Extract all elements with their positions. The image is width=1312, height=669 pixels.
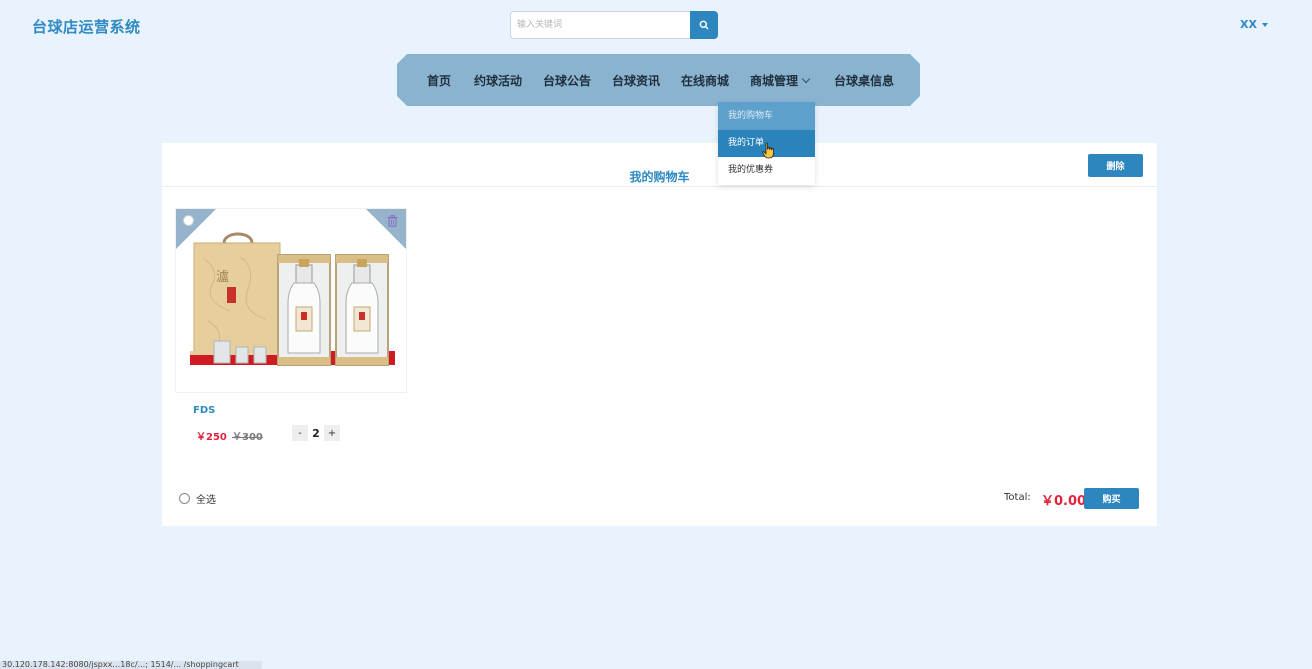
quantity-value: 2 <box>312 426 320 440</box>
status-bar-url: 30.120.178.142:8080/jspxx…18c/...; 1514/… <box>0 661 262 669</box>
user-name: XX <box>1240 18 1257 31</box>
search-box <box>510 11 718 39</box>
product-original-price: ￥300 <box>232 432 263 443</box>
nav-item-notices[interactable]: 台球公告 <box>543 72 591 89</box>
page-title: 我的购物车 <box>629 170 690 184</box>
product-price: ￥250 <box>196 432 227 443</box>
nav-item-news[interactable]: 台球资讯 <box>612 72 660 89</box>
item-select-radio[interactable] <box>183 215 194 226</box>
select-all-label: 全选 <box>196 495 216 506</box>
svg-text:瀘: 瀘 <box>216 270 229 285</box>
trash-icon[interactable] <box>387 215 398 227</box>
nav-item-shop[interactable]: 在线商城 <box>681 72 729 89</box>
site-brand[interactable]: 台球店运营系统 <box>32 16 141 37</box>
nav-item-shop-management[interactable]: 商城管理 <box>750 72 811 89</box>
total-value: ￥0.00 <box>1041 494 1087 509</box>
delete-button[interactable]: 删除 <box>1088 154 1143 177</box>
caret-down-icon <box>1261 22 1268 27</box>
nav-item-activities[interactable]: 约球活动 <box>474 72 522 89</box>
search-input[interactable] <box>510 11 690 39</box>
nav-item-label: 商城管理 <box>750 74 799 88</box>
select-all[interactable]: 全选 <box>179 491 216 506</box>
cart-item-card[interactable]: 瀘 <box>175 208 407 393</box>
nav-item-home[interactable]: 首页 <box>427 72 451 89</box>
chevron-down-icon <box>801 74 811 83</box>
dropdown-item-cart[interactable]: 我的购物车 <box>718 102 815 130</box>
card-corner <box>366 209 406 249</box>
search-button[interactable] <box>690 11 718 39</box>
buy-button[interactable]: 购买 <box>1084 488 1139 509</box>
quantity-stepper: - 2 + <box>292 425 340 441</box>
product-name[interactable]: FDS <box>193 405 215 416</box>
card-corner <box>176 209 216 249</box>
quantity-increase-button[interactable]: + <box>324 425 340 441</box>
cart-panel: 我的购物车 删除 瀘 <box>162 143 1157 526</box>
select-all-radio[interactable] <box>179 493 190 504</box>
search-icon <box>699 20 709 30</box>
hand-cursor-icon <box>762 142 774 159</box>
quantity-decrease-button[interactable]: - <box>292 425 308 441</box>
total-label: Total: <box>1004 492 1031 503</box>
user-menu[interactable]: XX <box>1240 18 1268 31</box>
nav-item-tables[interactable]: 台球桌信息 <box>834 72 894 89</box>
product-image: 瀘 <box>190 232 395 366</box>
dropdown-item-coupons[interactable]: 我的优惠券 <box>718 157 815 184</box>
divider <box>162 186 1157 187</box>
